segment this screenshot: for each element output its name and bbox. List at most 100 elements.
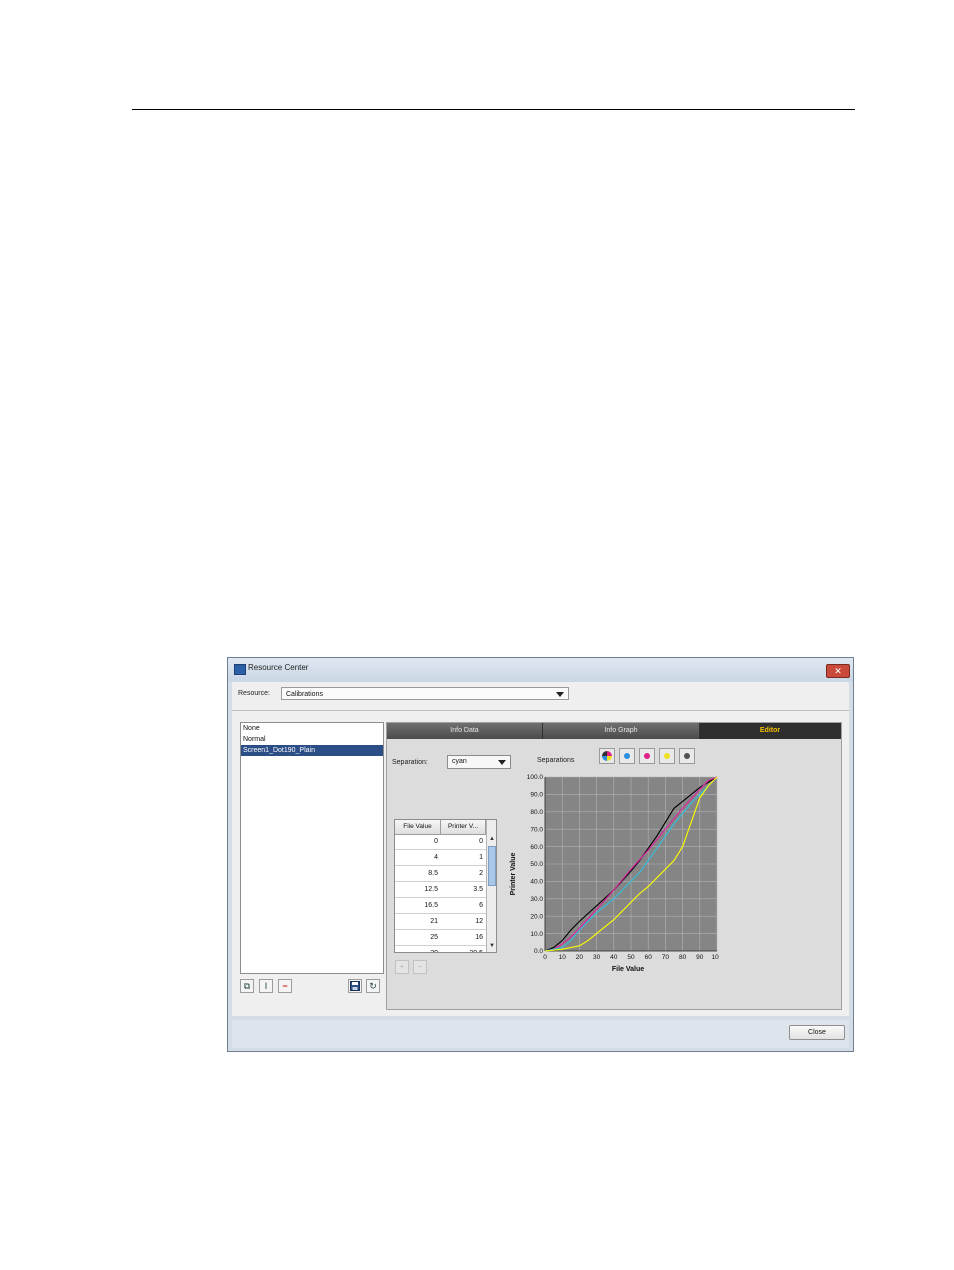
- add-point-button[interactable]: +: [395, 960, 409, 974]
- resource-list-item[interactable]: None: [241, 723, 383, 734]
- resource-list-item[interactable]: Normal: [241, 734, 383, 745]
- printer-value-cell[interactable]: 6: [441, 898, 486, 913]
- tab-bar: Info Data Info Graph Editor: [387, 723, 841, 739]
- rename-button[interactable]: I: [259, 979, 273, 993]
- resource-label: Resource:: [238, 690, 270, 697]
- close-button[interactable]: Close: [789, 1025, 845, 1040]
- y-tick-label: 20.0: [530, 913, 543, 920]
- yellow-dot-icon: [664, 753, 670, 759]
- file-value-cell[interactable]: 16.5: [395, 898, 441, 913]
- y-tick-label: 40.0: [530, 879, 543, 886]
- table-scrollbar[interactable]: ▲ ▼: [486, 820, 496, 952]
- table-row[interactable]: 12.5 3.5: [395, 882, 486, 898]
- table-row[interactable]: 25 16: [395, 930, 486, 946]
- resource-list-item-selected[interactable]: Screen1_Dot190_Plain: [241, 745, 383, 756]
- x-tick-label: 50: [627, 954, 635, 961]
- x-tick-label: 20: [576, 954, 584, 961]
- y-tick-label: 10.0: [530, 931, 543, 938]
- tab-info-graph[interactable]: Info Graph: [543, 723, 700, 739]
- resource-center-window: Resource Center ✕ Resource: Calibrations…: [227, 657, 854, 1052]
- yellow-separation-button[interactable]: [659, 748, 675, 764]
- save-icon: [350, 981, 360, 991]
- save-button[interactable]: [348, 979, 362, 993]
- table-row[interactable]: 00: [395, 834, 486, 850]
- table-row[interactable]: 2920.5: [395, 946, 486, 952]
- column-header-printer-value[interactable]: Printer V...: [441, 820, 486, 834]
- chevron-down-icon: [556, 692, 564, 697]
- y-tick-label: 90.0: [530, 792, 543, 799]
- page-rule: [132, 109, 855, 110]
- app-icon: [234, 664, 246, 675]
- file-value-cell[interactable]: 29: [395, 946, 441, 952]
- delete-button[interactable]: −: [278, 979, 292, 993]
- x-axis-label: File Value: [612, 966, 644, 973]
- delete-icon: −: [282, 981, 288, 991]
- window-close-button[interactable]: ✕: [826, 664, 850, 678]
- black-dot-icon: [684, 753, 690, 759]
- x-tick-label: 80: [679, 954, 687, 961]
- calibration-chart: 0 10 20 30 40 50 60 70 80 90 100 0.0 10.0 20.0 30.0 40.…: [510, 774, 719, 973]
- y-tick-label: 70.0: [530, 826, 543, 833]
- y-tick-label: 30.0: [530, 896, 543, 903]
- printer-value-cell[interactable]: 1: [441, 850, 486, 865]
- tab-editor[interactable]: Editor: [700, 723, 841, 739]
- black-separation-button[interactable]: [679, 748, 695, 764]
- file-value-cell[interactable]: 25: [395, 930, 441, 945]
- cyan-dot-icon: [624, 753, 630, 759]
- table-row[interactable]: 21 12: [395, 914, 486, 930]
- duplicate-icon: ⧉: [243, 981, 251, 991]
- separation-select[interactable]: cyan: [447, 755, 511, 769]
- resource-list[interactable]: None Normal Screen1_Dot190_Plain: [240, 722, 384, 974]
- x-tick-label: 100: [712, 954, 719, 961]
- chevron-down-icon: [498, 760, 506, 765]
- divider: [232, 710, 849, 711]
- file-value-cell[interactable]: 8.5: [395, 866, 441, 881]
- printer-value-cell[interactable]: 20.5: [441, 946, 486, 952]
- x-tick-label: 10: [559, 954, 567, 961]
- magenta-separation-button[interactable]: [639, 748, 655, 764]
- file-value-cell[interactable]: 12.5: [395, 882, 441, 897]
- resource-select[interactable]: Calibrations: [281, 687, 569, 700]
- file-value-cell[interactable]: 4: [395, 850, 441, 865]
- table-row[interactable]: 8.5 2: [395, 866, 486, 882]
- table-row[interactable]: 16.5 6: [395, 898, 486, 914]
- file-value-cell[interactable]: 21: [395, 914, 441, 929]
- y-tick-label: 60.0: [530, 844, 543, 851]
- rename-icon: I: [264, 981, 268, 991]
- editor-panel: Info Data Info Graph Editor Separation: …: [386, 722, 842, 1010]
- column-header-file-value[interactable]: File Value: [395, 820, 441, 834]
- x-tick-label: 90: [696, 954, 704, 961]
- x-tick-label: 0: [543, 954, 547, 961]
- separation-select-value: cyan: [452, 758, 467, 765]
- x-tick-label: 60: [645, 954, 653, 961]
- y-axis-label: Printer Value: [510, 852, 517, 895]
- refresh-icon: ↻: [369, 981, 377, 991]
- y-tick-label: 50.0: [530, 861, 543, 868]
- refresh-button[interactable]: ↻: [366, 979, 380, 993]
- cyan-separation-button[interactable]: [619, 748, 635, 764]
- all-separations-button[interactable]: [599, 748, 615, 764]
- printer-value-cell[interactable]: 2: [441, 866, 486, 881]
- title-bar: Resource Center ✕: [228, 658, 853, 682]
- file-value-cell[interactable]: 0: [395, 834, 441, 849]
- printer-value-cell[interactable]: 12: [441, 914, 486, 929]
- magenta-dot-icon: [644, 753, 650, 759]
- footer-bar: Close: [232, 1020, 849, 1048]
- table-row[interactable]: 41: [395, 850, 486, 866]
- duplicate-button[interactable]: ⧉: [240, 979, 254, 993]
- x-tick-label: 70: [662, 954, 670, 961]
- remove-point-button[interactable]: −: [413, 960, 427, 974]
- y-tick-label: 0.0: [534, 948, 543, 955]
- printer-value-cell[interactable]: 3.5: [441, 882, 486, 897]
- printer-value-cell[interactable]: 0: [441, 834, 486, 849]
- tab-info-data[interactable]: Info Data: [387, 723, 543, 739]
- x-tick-label: 40: [610, 954, 618, 961]
- scroll-down-icon[interactable]: ▼: [487, 941, 496, 951]
- scroll-up-icon[interactable]: ▲: [487, 834, 496, 844]
- y-tick-label: 80.0: [530, 809, 543, 816]
- separation-label: Separation:: [392, 759, 428, 766]
- y-tick-label: 100.0: [527, 774, 544, 781]
- printer-value-cell[interactable]: 16: [441, 930, 486, 945]
- x-tick-label: 30: [593, 954, 601, 961]
- scroll-thumb[interactable]: [488, 846, 496, 886]
